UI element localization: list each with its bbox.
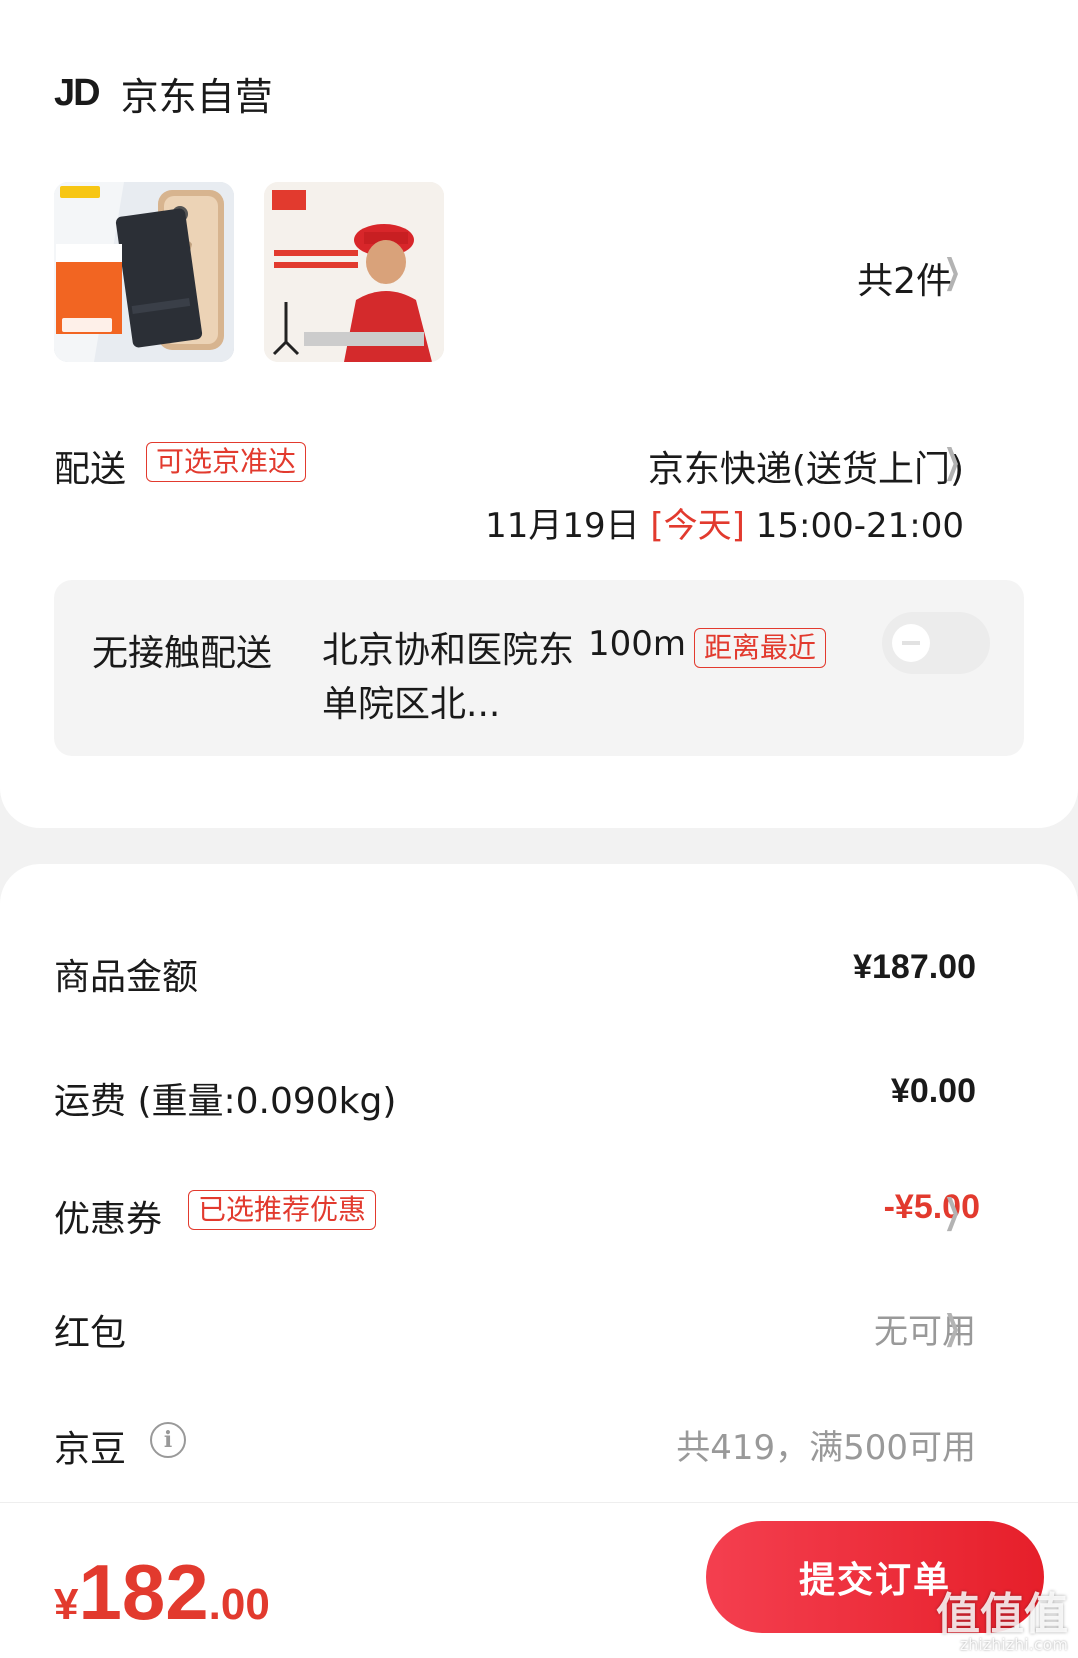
delivery-option-badge[interactable]: 可选京准达: [146, 442, 307, 482]
jingdou-value: 共419，满500可用: [676, 1428, 976, 1468]
watermark-logo: 值值值: [936, 1589, 1068, 1640]
chevron-right-icon[interactable]: ❯: [943, 252, 960, 292]
jingdou-label: 京豆: [54, 1429, 127, 1470]
shipping-label: 运费 (重量:0.090kg): [54, 1081, 397, 1122]
total-integer: 182: [78, 1548, 209, 1636]
contactless-label: 无接触配送: [92, 633, 273, 674]
chevron-right-icon[interactable]: ❯: [943, 1192, 960, 1232]
chevron-right-icon[interactable]: ❯: [943, 442, 960, 482]
product-thumbnail-battery[interactable]: [54, 182, 234, 362]
red-packet-label: 红包: [54, 1313, 127, 1354]
total-currency: ¥: [54, 1580, 79, 1629]
bottom-bar: ¥182.00 提交订单 值值值 zhizhizhi.com: [0, 1502, 1078, 1658]
shipping-value: ¥0.00: [890, 1072, 976, 1110]
order-card: JD 京东自营 共2件 ❯ 配送 可选京准达 京东快递(送货上门) ❯ 11月1…: [0, 0, 1078, 828]
coupon-label: 优惠券: [54, 1199, 163, 1240]
delivery-method[interactable]: 京东快递(送货上门): [648, 440, 964, 492]
goods-amount-value: ¥187.00: [853, 948, 976, 986]
product-thumbnail-repair[interactable]: [264, 182, 444, 362]
pickup-address: 北京协和医院东单院区北...: [322, 630, 575, 725]
delivery-today-badge: [今天]: [650, 506, 745, 546]
chevron-right-icon[interactable]: ❯: [943, 1308, 960, 1348]
battery-product-image: [54, 182, 234, 362]
total-decimal: .00: [208, 1580, 270, 1629]
toggle-knob: [892, 624, 930, 662]
total-price: ¥182.00: [54, 1547, 270, 1638]
goods-amount-label: 商品金额: [54, 957, 199, 998]
pickup-distance: 100m: [588, 624, 687, 664]
watermark-url: zhizhizhi.com: [959, 1635, 1068, 1654]
delivery-time[interactable]: 11月19日 [今天] 15:00-21:00: [485, 498, 964, 547]
shop-name: 京东自营: [120, 75, 273, 119]
delivery-date: 11月19日: [485, 506, 640, 546]
info-icon[interactable]: i: [150, 1422, 186, 1458]
nearest-badge: 距离最近: [694, 628, 827, 668]
coupon-badge[interactable]: 已选推荐优惠: [188, 1190, 377, 1230]
delivery-time-range: 15:00-21:00: [755, 506, 964, 546]
shop-header: JD 京东自营: [54, 66, 273, 121]
jd-logo: JD: [54, 72, 101, 114]
contactless-delivery-box: 无接触配送 北京协和医院东单院区北... 100m 距离最近: [54, 580, 1024, 756]
repair-service-image: [264, 182, 444, 362]
coupon-value[interactable]: -¥5.00: [884, 1188, 980, 1227]
product-count[interactable]: 共2件: [857, 252, 952, 304]
contactless-toggle[interactable]: [882, 612, 990, 674]
delivery-label: 配送: [54, 449, 127, 490]
